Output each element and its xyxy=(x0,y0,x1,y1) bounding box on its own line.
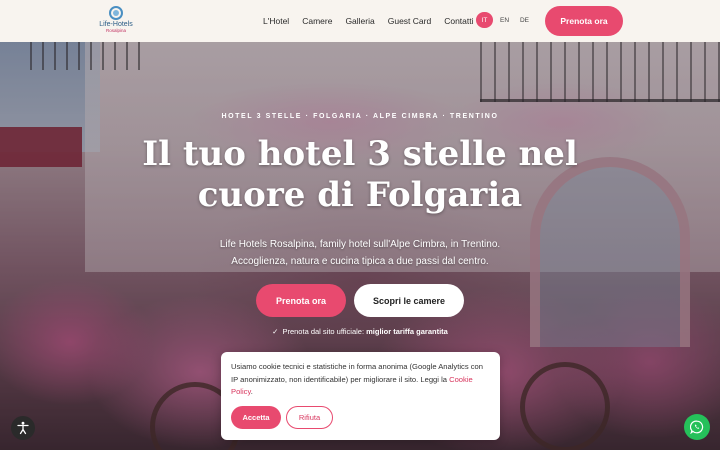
cookie-text: Usiamo cookie tecnici e statistiche in f… xyxy=(231,361,490,399)
language-switcher: IT EN DE xyxy=(476,12,533,28)
whatsapp-button[interactable] xyxy=(684,414,710,440)
nav-item-contatti[interactable]: Contatti xyxy=(444,16,473,26)
nav-item-hotel[interactable]: L'Hotel xyxy=(263,16,289,26)
cookie-link-suffix: . xyxy=(250,387,253,396)
whatsapp-icon xyxy=(690,420,704,434)
main-nav: L'Hotel Camere Galleria Guest Card Conta… xyxy=(263,0,487,42)
nav-item-guest-card[interactable]: Guest Card xyxy=(388,16,431,26)
lang-de[interactable]: DE xyxy=(516,12,533,28)
site-logo[interactable]: Life-Hotels Rosalpina xyxy=(96,6,136,36)
guarantee-text: Prenota dal sito ufficiale: xyxy=(282,327,367,336)
lang-en[interactable]: EN xyxy=(496,12,513,28)
nav-item-galleria[interactable]: Galleria xyxy=(345,16,374,26)
book-now-button-header[interactable]: Prenota ora xyxy=(545,6,623,36)
logo-name: Life-Hotels xyxy=(99,21,133,28)
accessibility-icon xyxy=(17,421,29,435)
cookie-reject-button[interactable]: Rifiuta xyxy=(286,406,333,429)
guarantee-highlight: miglior tariffa garantita xyxy=(366,327,448,336)
hero-subtitle-line2: Accoglienza, natura e cucina tipica a du… xyxy=(231,256,489,267)
accessibility-button[interactable] xyxy=(11,416,35,440)
book-now-button[interactable]: Prenota ora xyxy=(256,284,346,317)
hero-subtitle-line1: Life Hotels Rosalpina, family hotel sull… xyxy=(219,239,501,250)
hero-title: Il tuo hotel 3 stelle nel cuore di Folga… xyxy=(0,134,720,216)
hero-title-line1: Il tuo hotel 3 stelle nel xyxy=(142,134,578,174)
best-rate-guarantee: ✓ Prenota dal sito ufficiale: miglior tar… xyxy=(0,327,720,336)
logo-mark xyxy=(109,6,123,20)
check-icon: ✓ xyxy=(272,327,279,336)
cookie-message: Usiamo cookie tecnici e statistiche in f… xyxy=(231,362,483,384)
nav-item-camere[interactable]: Camere xyxy=(302,16,332,26)
cookie-banner: Usiamo cookie tecnici e statistiche in f… xyxy=(221,352,500,440)
logo-subtitle: Rosalpina xyxy=(105,28,126,33)
hero-kicker: HOTEL 3 STELLE · FOLGARIA · ALPE CIMBRA … xyxy=(221,113,499,120)
hero-subtitle: Life Hotels Rosalpina, family hotel sull… xyxy=(0,236,720,270)
lang-it[interactable]: IT xyxy=(476,12,493,28)
hero-title-line2: cuore di Folgaria xyxy=(197,175,523,215)
discover-rooms-button[interactable]: Scopri le camere xyxy=(354,284,464,317)
cookie-actions: Accetta Rifiuta xyxy=(231,406,333,429)
site-header: Life-Hotels Rosalpina L'Hotel Camere Gal… xyxy=(0,0,720,42)
cookie-accept-button[interactable]: Accetta xyxy=(231,406,281,429)
